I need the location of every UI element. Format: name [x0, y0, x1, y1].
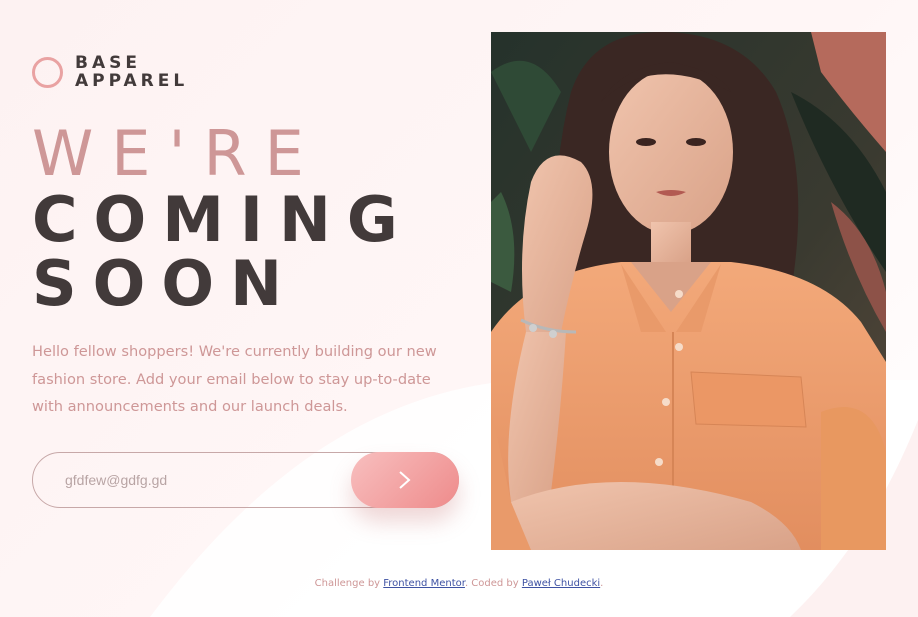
attribution-footer: Challenge by Frontend Mentor. Coded by P… — [0, 578, 918, 589]
headline-line-2: COMING — [32, 183, 414, 256]
headline-line-3: SOON — [32, 247, 298, 320]
page-headline: WE'RE COMING SOON — [32, 120, 414, 316]
intro-text: Hello fellow shoppers! We're currently b… — [32, 343, 437, 415]
woman-in-orange-shirt-image — [491, 32, 886, 550]
submit-button[interactable] — [351, 452, 459, 508]
headline-line-1: WE'RE — [32, 117, 322, 190]
brand-logo[interactable]: BASE APPAREL — [32, 54, 188, 90]
hero-photo — [491, 32, 886, 550]
email-signup-form — [32, 452, 459, 508]
footer-suffix: . — [600, 578, 604, 589]
frontend-mentor-link[interactable]: Frontend Mentor — [383, 578, 465, 589]
logo-ring-icon — [32, 56, 63, 88]
logo-line-2: APPAREL — [75, 71, 189, 91]
footer-middle: . Coded by — [464, 578, 522, 589]
author-link[interactable]: Paweł Chudecki — [522, 578, 600, 589]
footer-prefix: Challenge by — [314, 578, 384, 589]
logo-line-1: BASE — [75, 53, 141, 73]
chevron-right-icon — [399, 471, 411, 489]
logo-wordmark: BASE APPAREL — [75, 54, 188, 90]
